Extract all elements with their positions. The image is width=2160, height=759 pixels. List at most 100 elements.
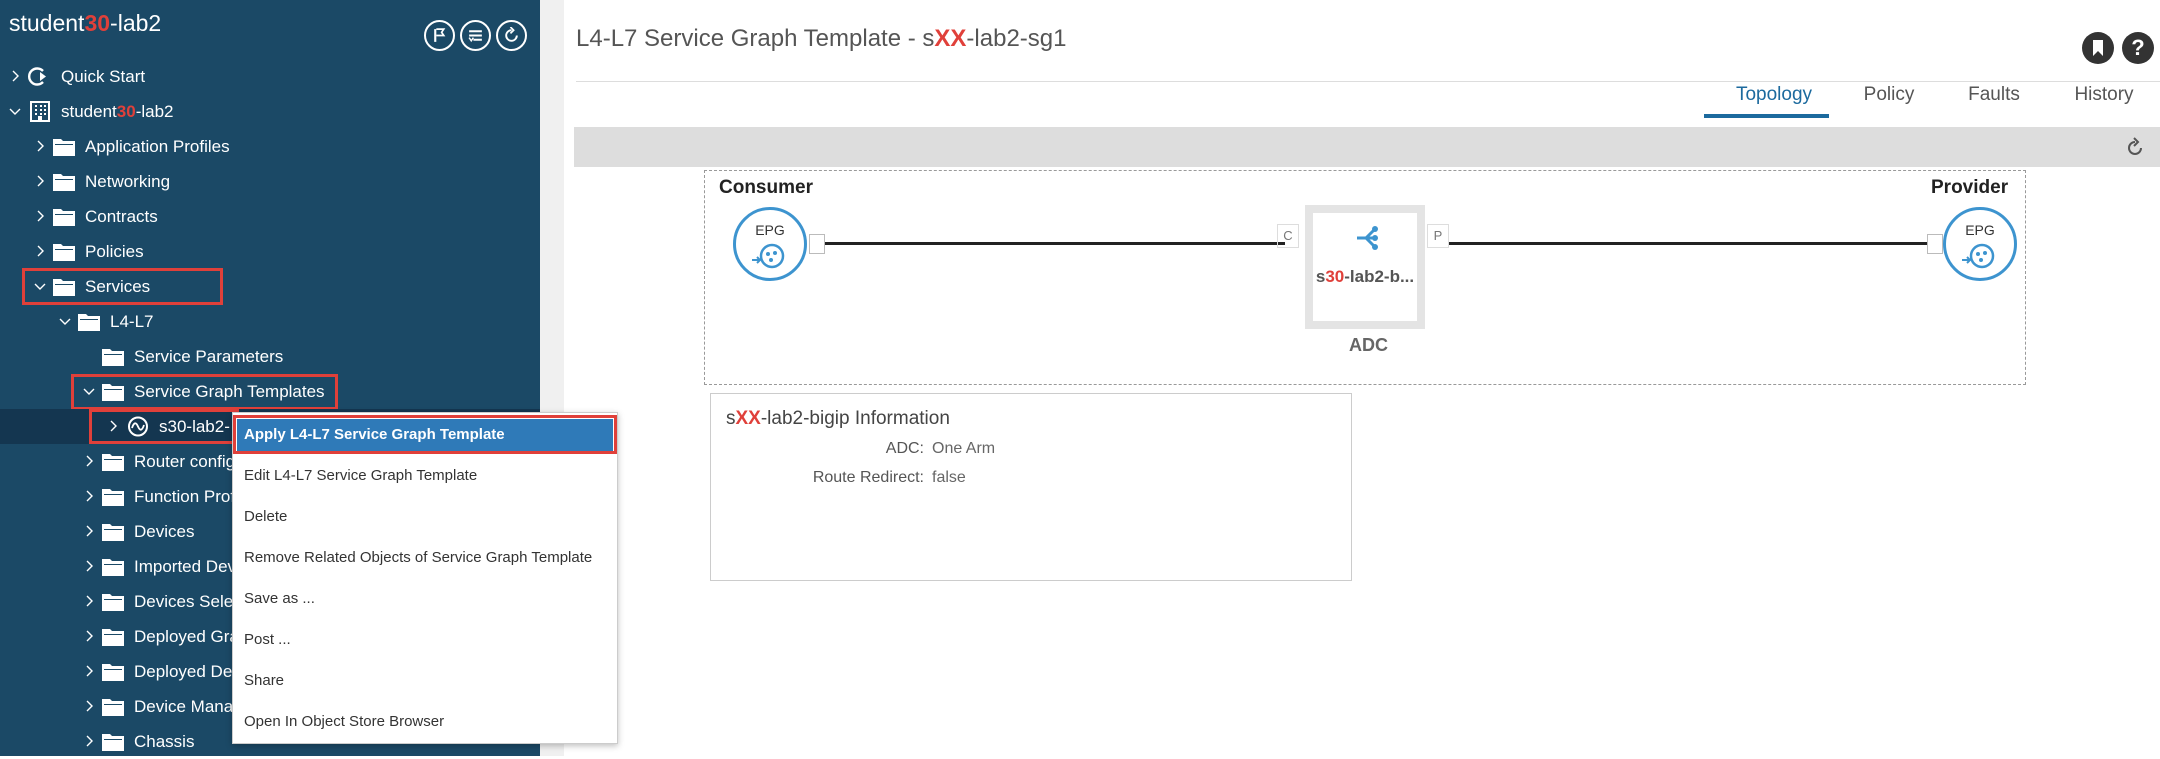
help-icon[interactable]: ?	[2122, 32, 2154, 64]
page-title: L4-L7 Service Graph Template - sXX-lab2-…	[576, 25, 1066, 53]
chevron-right-icon[interactable]	[83, 595, 95, 607]
tree-item-label: Deployed Gra	[134, 627, 239, 646]
tenant-title-prefix: student	[9, 10, 85, 36]
tab-faults[interactable]: Faults	[1949, 84, 2039, 106]
adc-node-label: s30-lab2-b...	[1313, 267, 1417, 287]
menu-item-edit-template[interactable]: Edit L4-L7 Service Graph Template	[233, 457, 617, 495]
epg-label: EPG	[755, 222, 785, 238]
chevron-right-icon[interactable]	[34, 210, 46, 222]
chevron-right-icon[interactable]	[83, 665, 95, 677]
chevron-right-icon[interactable]	[83, 525, 95, 537]
consumer-epg-node[interactable]: EPG	[733, 207, 807, 281]
building-icon	[30, 101, 50, 122]
folder-icon	[102, 559, 124, 576]
consumer-port: C	[1277, 224, 1299, 248]
highlight-box-service-graph-templates	[71, 374, 338, 410]
tree-item-label: Application Profiles	[85, 137, 230, 156]
adc-type-label: ADC	[1349, 335, 1388, 355]
tree-item-label: Function Prof	[134, 487, 236, 506]
chevron-right-icon[interactable]	[34, 245, 46, 257]
tree-item-tenant[interactable]: student30-lab2	[0, 94, 540, 129]
provider-connector	[1927, 234, 1943, 254]
tree-item-label: Chassis	[134, 732, 195, 751]
provider-epg-node[interactable]: EPG	[1943, 207, 2017, 281]
tree-item-label: Router config	[134, 452, 236, 471]
chevron-down-icon[interactable]	[9, 105, 21, 117]
chevron-right-icon[interactable]	[83, 490, 95, 502]
page-title-prefix: L4-L7 Service Graph Template - s	[576, 25, 935, 52]
redaction-mark: 30	[1325, 267, 1345, 286]
tree-item-label: Policies	[85, 242, 144, 261]
adc-node-body: s30-lab2-b...	[1313, 213, 1417, 321]
tree-item-contracts[interactable]: Contracts	[0, 199, 540, 234]
tenant-title-suffix: -lab2	[110, 10, 162, 36]
chevron-right-icon[interactable]	[83, 455, 95, 467]
folder-icon	[102, 524, 124, 541]
highlight-box-services	[22, 268, 223, 305]
load-balancer-icon	[1357, 226, 1378, 250]
info-value-adc: One Arm	[932, 440, 996, 457]
refresh-icon[interactable]	[2124, 137, 2146, 159]
menu-item-save-as[interactable]: Save as ...	[233, 580, 617, 618]
tab-history[interactable]: History	[2056, 84, 2152, 106]
tab-topology[interactable]: Topology	[1720, 84, 1828, 106]
redaction-mark: 30	[84, 10, 111, 36]
folder-icon	[102, 664, 124, 681]
adc-function-node[interactable]: s30-lab2-b...	[1305, 205, 1425, 329]
tree-item-label: Devices Sele	[134, 592, 234, 611]
folder-icon	[53, 174, 75, 191]
bookmark-flag-icon[interactable]	[424, 20, 455, 51]
tree-item-policies[interactable]: Policies	[0, 234, 540, 269]
folder-icon	[102, 734, 124, 751]
tree-item-service-parameters[interactable]: Service Parameters	[0, 339, 540, 374]
menu-item-open-object-store[interactable]: Open In Object Store Browser	[233, 703, 617, 741]
info-key-route-redirect: Route Redirect:	[812, 469, 924, 486]
menu-item-share[interactable]: Share	[233, 662, 617, 700]
menu-item-remove-related[interactable]: Remove Related Objects of Service Graph …	[233, 539, 617, 577]
tree-item-label: Imported Dev	[134, 557, 237, 576]
tabs-divider	[576, 81, 2160, 82]
device-info-panel: sXX-lab2-bigip Information ADC: One Arm …	[710, 393, 1352, 581]
folder-icon	[102, 629, 124, 646]
chevron-right-icon[interactable]	[83, 560, 95, 572]
chevron-right-icon[interactable]	[9, 70, 21, 82]
chevron-right-icon[interactable]	[34, 175, 46, 187]
chevron-right-icon[interactable]	[83, 735, 95, 747]
epg-icon	[1962, 243, 1995, 269]
tenant-prefix: student	[61, 102, 117, 121]
refresh-icon[interactable]	[496, 20, 527, 51]
filter-list-icon[interactable]	[460, 20, 491, 51]
highlight-box-apply-template	[233, 415, 617, 454]
folder-icon	[53, 209, 75, 226]
consumer-label: Consumer	[719, 177, 813, 198]
info-title: sXX-lab2-bigip Information	[726, 408, 950, 430]
apic-window: student30-lab2 Quick Start student30-lab…	[0, 0, 2160, 756]
tree-item-label: Networking	[85, 172, 171, 191]
chevron-right-icon[interactable]	[34, 140, 46, 152]
chevron-right-icon[interactable]	[83, 630, 95, 642]
info-title-prefix: s	[726, 408, 736, 429]
folder-icon	[78, 314, 100, 331]
tree-item-label: Contracts	[85, 207, 158, 226]
menu-item-delete[interactable]: Delete	[233, 498, 617, 536]
tree-item-l4-l7[interactable]: L4-L7	[0, 304, 540, 339]
info-title-suffix: -lab2-bigip Information	[760, 408, 950, 429]
menu-item-post[interactable]: Post ...	[233, 621, 617, 659]
epg-label: EPG	[1965, 222, 1995, 238]
consumer-connector	[809, 234, 825, 254]
tree-item-quick-start[interactable]: Quick Start	[0, 59, 540, 94]
quick-start-icon	[28, 67, 46, 86]
tree-item-networking[interactable]: Networking	[0, 164, 540, 199]
bookmark-icon[interactable]	[2082, 32, 2114, 64]
chevron-down-icon[interactable]	[59, 315, 71, 327]
info-key-adc: ADC:	[885, 440, 924, 457]
folder-icon	[102, 594, 124, 611]
folder-icon	[102, 699, 124, 716]
tree-item-label: Device Mana	[134, 697, 234, 716]
epg-icon	[752, 243, 785, 269]
node-label-prefix: s	[1315, 267, 1326, 286]
main-panel: L4-L7 Service Graph Template - sXX-lab2-…	[564, 0, 2160, 756]
tab-policy[interactable]: Policy	[1844, 84, 1934, 106]
chevron-right-icon[interactable]	[83, 700, 95, 712]
tree-item-application-profiles[interactable]: Application Profiles	[0, 129, 540, 164]
